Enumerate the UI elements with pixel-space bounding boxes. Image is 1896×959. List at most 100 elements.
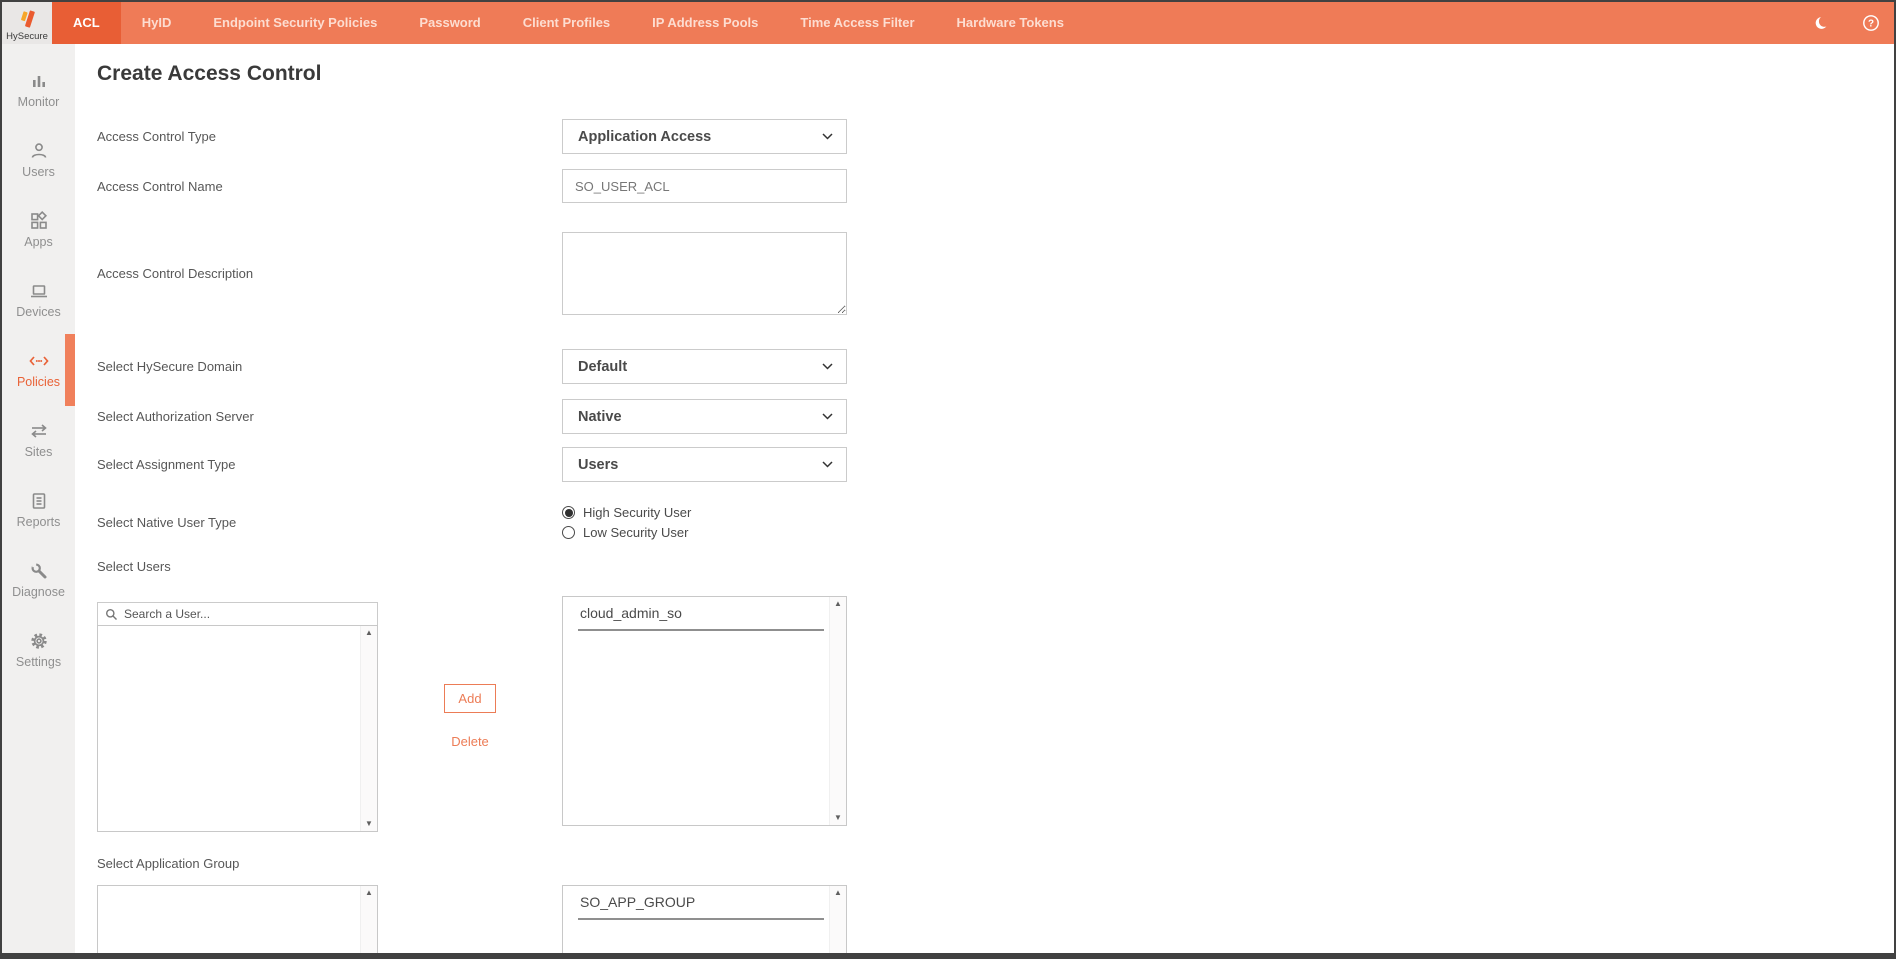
page-title: Create Access Control <box>97 60 1894 88</box>
authorization-server-select[interactable]: Native <box>562 399 847 434</box>
scroll-up-arrow-icon[interactable]: ▲ <box>365 889 373 897</box>
form-row-authorization-server: Select Authorization Server Native <box>97 399 1894 434</box>
radio-label: High Security User <box>583 505 691 520</box>
app-window: HySecure ACL HyID Endpoint Security Poli… <box>0 0 1896 959</box>
policies-code-brackets-icon <box>28 351 50 371</box>
radio-button-checked[interactable] <box>562 506 575 519</box>
sidebar-item-reports[interactable]: Reports <box>2 482 75 538</box>
selected-user-item[interactable]: cloud_admin_so <box>578 604 824 631</box>
selected-users-column: cloud_admin_so ▲ ▼ <box>562 596 847 832</box>
tab-ip-address-pools[interactable]: IP Address Pools <box>631 2 779 44</box>
users-person-icon <box>29 141 49 161</box>
scroll-down-arrow-icon[interactable]: ▼ <box>365 820 373 828</box>
tab-acl[interactable]: ACL <box>52 2 121 44</box>
select-users-label: Select Users <box>97 559 1894 574</box>
tab-password[interactable]: Password <box>398 2 501 44</box>
access-control-type-select[interactable]: Application Access <box>562 119 847 154</box>
form-row-native-user-type: Select Native User Type High Security Us… <box>97 504 1894 541</box>
sidebar-item-policies[interactable]: Policies <box>2 342 75 398</box>
tab-hardware-tokens[interactable]: Hardware Tokens <box>936 2 1085 44</box>
main-content: Create Access Control Access Control Typ… <box>75 44 1894 953</box>
sidebar-label: Policies <box>17 375 60 389</box>
sidebar-item-users[interactable]: Users <box>2 132 75 188</box>
tab-hyid[interactable]: HyID <box>121 2 193 44</box>
access-control-name-input[interactable] <box>562 169 847 203</box>
tab-time-access-filter[interactable]: Time Access Filter <box>779 2 935 44</box>
selected-groups-listbox[interactable]: SO_APP_GROUP ▲ ▼ <box>562 885 847 953</box>
radio-high-security-user[interactable]: High Security User <box>562 504 691 521</box>
user-search-input[interactable] <box>124 607 370 621</box>
select-value: Default <box>578 359 627 375</box>
sidebar-item-diagnose[interactable]: Diagnose <box>2 552 75 608</box>
add-button[interactable]: Add <box>444 684 495 713</box>
sites-swap-arrows-icon <box>29 421 49 441</box>
select-value: Users <box>578 457 618 473</box>
available-users-listbox[interactable]: ▲ ▼ <box>97 625 378 832</box>
scroll-up-arrow-icon[interactable]: ▲ <box>834 600 842 608</box>
selected-group-item[interactable]: SO_APP_GROUP <box>578 893 824 920</box>
sidebar-label: Settings <box>16 655 61 669</box>
svg-text:?: ? <box>1868 19 1874 30</box>
select-value: Native <box>578 409 622 425</box>
sidebar-label: Apps <box>24 235 53 249</box>
transfer-buttons: Add Delete <box>378 596 562 832</box>
transfer-buttons-spacer <box>378 885 562 953</box>
form-row-access-control-type: Access Control Type Application Access <box>97 119 1894 154</box>
sidebar-label: Monitor <box>18 95 60 109</box>
sidebar-item-sites[interactable]: Sites <box>2 412 75 468</box>
form-row-hysecure-domain: Select HySecure Domain Default <box>97 349 1894 384</box>
listbox-scrollbar[interactable]: ▲ ▼ <box>829 886 846 953</box>
apps-grid-icon <box>29 211 49 231</box>
sidebar-label: Sites <box>25 445 53 459</box>
delete-button[interactable]: Delete <box>451 734 489 749</box>
available-groups-column: ▲ ▼ <box>97 885 378 953</box>
selected-groups-column: SO_APP_GROUP ▲ ▼ <box>562 885 847 953</box>
sidebar-item-settings[interactable]: Settings <box>2 622 75 678</box>
help-icon[interactable]: ? <box>1862 14 1880 32</box>
sidebar-item-monitor[interactable]: Monitor <box>2 62 75 118</box>
chevron-down-icon <box>822 461 833 468</box>
scroll-up-arrow-icon[interactable]: ▲ <box>834 889 842 897</box>
top-navigation: ACL HyID Endpoint Security Policies Pass… <box>52 2 1894 44</box>
access-control-type-label: Access Control Type <box>97 119 562 154</box>
select-value: Application Access <box>578 129 711 145</box>
assignment-type-label: Select Assignment Type <box>97 447 562 482</box>
access-control-description-textarea[interactable] <box>562 232 847 315</box>
listbox-scrollbar[interactable]: ▲ ▼ <box>360 626 377 831</box>
tab-strip: ACL HyID Endpoint Security Policies Pass… <box>52 2 1813 44</box>
native-user-type-label: Select Native User Type <box>97 504 562 541</box>
authorization-server-label: Select Authorization Server <box>97 399 562 434</box>
user-search-box <box>97 602 378 626</box>
hysecure-domain-select[interactable]: Default <box>562 349 847 384</box>
select-application-group-label: Select Application Group <box>97 856 1894 871</box>
tab-endpoint-security-policies[interactable]: Endpoint Security Policies <box>192 2 398 44</box>
sidebar-item-devices[interactable]: Devices <box>2 272 75 328</box>
diagnose-wrench-icon <box>29 561 49 581</box>
selected-users-listbox[interactable]: cloud_admin_so ▲ ▼ <box>562 596 847 826</box>
native-user-type-radio-group: High Security User Low Security User <box>562 504 691 541</box>
available-groups-listbox[interactable]: ▲ ▼ <box>97 885 378 953</box>
scroll-down-arrow-icon[interactable]: ▼ <box>834 814 842 822</box>
listbox-scrollbar[interactable]: ▲ ▼ <box>829 597 846 825</box>
hysecure-logo-icon <box>14 7 40 33</box>
radio-button-unchecked[interactable] <box>562 526 575 539</box>
monitor-bar-chart-icon <box>29 71 49 91</box>
available-users-column: ▲ ▼ <box>97 596 378 832</box>
listbox-scrollbar[interactable]: ▲ ▼ <box>360 886 377 953</box>
settings-gear-icon <box>29 631 49 651</box>
devices-laptop-icon <box>29 281 49 301</box>
assignment-type-select[interactable]: Users <box>562 447 847 482</box>
form-row-access-control-description: Access Control Description <box>97 232 1894 315</box>
dark-mode-moon-icon[interactable] <box>1813 14 1831 32</box>
hysecure-domain-label: Select HySecure Domain <box>97 349 562 384</box>
sidebar-item-apps[interactable]: Apps <box>2 202 75 258</box>
chevron-down-icon <box>822 133 833 140</box>
brand-logo: HySecure <box>2 2 52 44</box>
chevron-down-icon <box>822 413 833 420</box>
access-control-name-label: Access Control Name <box>97 169 562 203</box>
scroll-up-arrow-icon[interactable]: ▲ <box>365 629 373 637</box>
radio-low-security-user[interactable]: Low Security User <box>562 524 691 541</box>
chevron-down-icon <box>822 363 833 370</box>
tab-client-profiles[interactable]: Client Profiles <box>502 2 631 44</box>
access-control-description-label: Access Control Description <box>97 232 562 315</box>
